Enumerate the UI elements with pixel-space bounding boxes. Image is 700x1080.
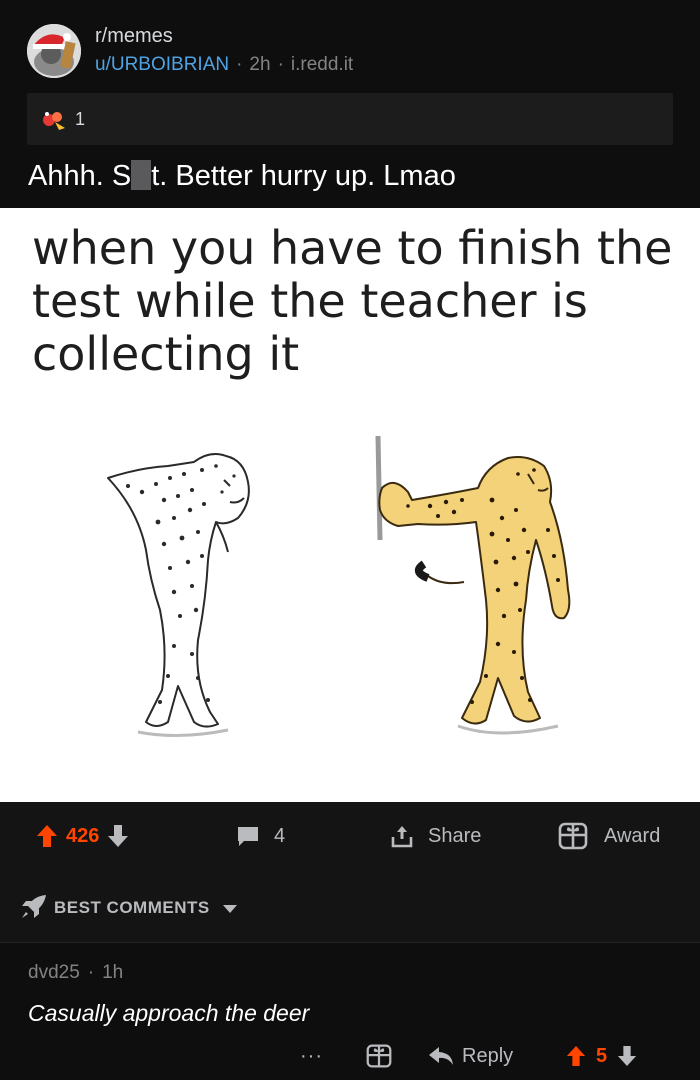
cheetah-colored-illustration (375, 435, 571, 735)
gift-icon (558, 822, 588, 850)
awards-bar[interactable]: 1 (27, 93, 673, 145)
reply-arrow-icon (429, 1047, 453, 1065)
cheetah-sketch-illustration (107, 453, 250, 738)
more-options-icon: ··· (300, 1044, 323, 1067)
reply-label: Reply (462, 1044, 514, 1067)
post-age: 2h (249, 54, 271, 75)
reply-button[interactable]: Reply (428, 1040, 513, 1072)
title-start: Ahhh. S (28, 160, 132, 192)
post-header: r/memes u/URBOIBRIAN · 2h · i.redd.it 1 Ahhh… (0, 0, 700, 208)
share-icon (391, 826, 413, 848)
rocket-icon (22, 895, 46, 918)
post-domain[interactable]: i.redd.it (291, 54, 353, 75)
upvote-arrow-icon[interactable] (36, 824, 58, 848)
caret-down-icon (222, 904, 237, 913)
post-action-bar: 426 4 Share Award (0, 802, 700, 868)
comment-bubble-icon (238, 827, 258, 846)
comments-button[interactable]: 4 (236, 822, 285, 850)
downvote-arrow-icon[interactable] (107, 824, 129, 848)
comment-body: Casually approach the deer (28, 1000, 310, 1026)
comment-count: 4 (274, 824, 286, 847)
author-link[interactable]: u/URBOIBRIAN (95, 54, 229, 75)
comment-more-button[interactable]: ··· (300, 1040, 323, 1072)
comment-meta: dvd25 · 1h (28, 962, 124, 983)
downvote-arrow-icon[interactable] (617, 1045, 637, 1067)
comment-age: 1h (102, 962, 124, 983)
share-button[interactable]: Share (390, 822, 481, 850)
post-meta: u/URBOIBRIAN · 2h · i.redd.it (95, 54, 354, 75)
subreddit-name[interactable]: r/memes (95, 25, 173, 48)
sort-dropdown[interactable]: BEST COMMENTS (54, 898, 237, 918)
comment-award-button[interactable] (366, 1040, 392, 1072)
comment-vote-widget: 5 (566, 1040, 637, 1072)
award-label: Award (604, 824, 661, 847)
post-score: 426 (66, 824, 100, 847)
post-title[interactable]: Ahhh. S t. Better hurry up. Lmao (28, 160, 456, 193)
sort-label: BEST COMMENTS (54, 898, 210, 917)
award-count: 1 (75, 109, 86, 129)
gift-icon (366, 1044, 392, 1068)
subreddit-avatar[interactable] (27, 24, 81, 78)
comment-author[interactable]: dvd25 (28, 962, 80, 983)
vote-widget: 426 (36, 822, 129, 850)
title-end: t. Better hurry up. Lmao (151, 160, 456, 192)
post-image[interactable]: when you have to finish the test while t… (0, 208, 700, 802)
award-button[interactable]: Award (558, 822, 660, 850)
share-label: Share (428, 824, 482, 847)
upvote-arrow-icon[interactable] (566, 1045, 586, 1067)
meme-caption: when you have to finish the test while t… (32, 221, 673, 381)
comment-score: 5 (596, 1044, 608, 1067)
award-icon (43, 112, 65, 130)
censor-block (131, 160, 152, 190)
